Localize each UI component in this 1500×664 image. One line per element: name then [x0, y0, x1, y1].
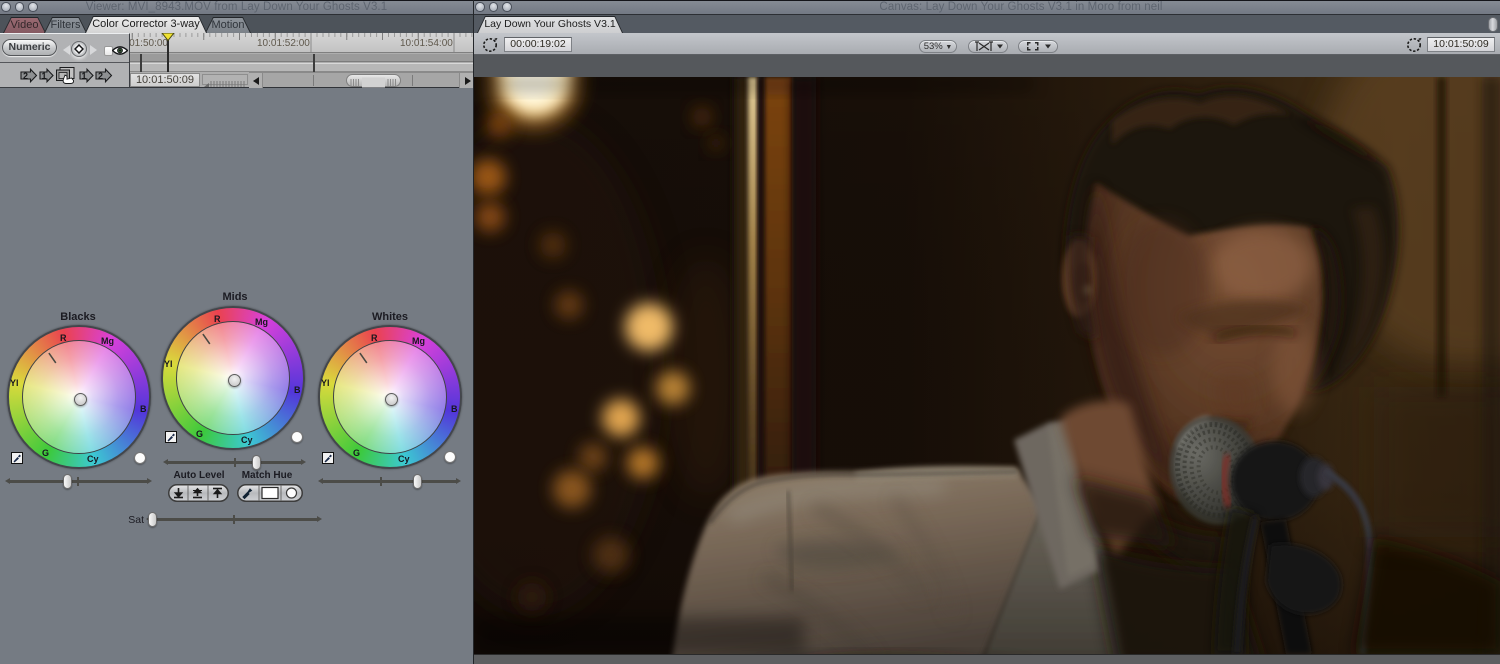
svg-text:1: 1 — [82, 71, 87, 81]
svg-text:2: 2 — [23, 71, 28, 81]
svg-text:1: 1 — [42, 71, 47, 81]
svg-text:2: 2 — [98, 71, 103, 81]
